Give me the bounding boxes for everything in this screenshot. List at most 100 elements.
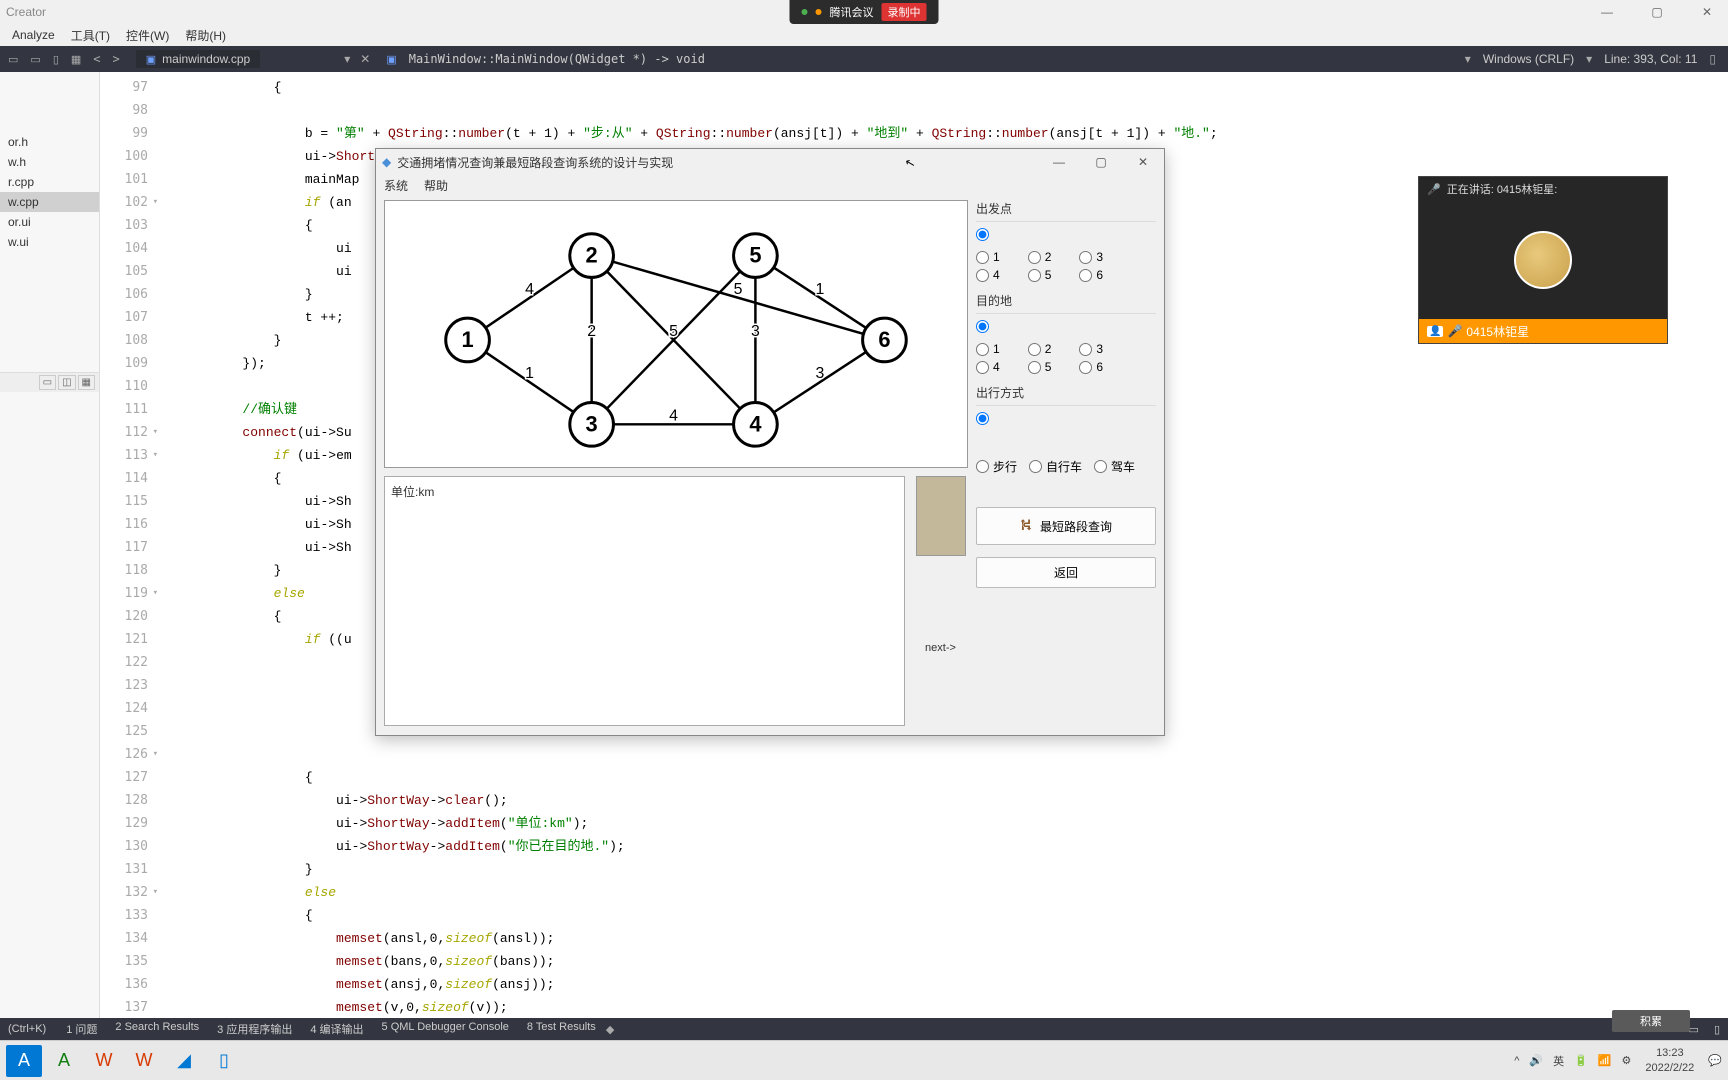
status-tab[interactable]: 2 Search Results (115, 1021, 199, 1037)
mode-radio-selected[interactable] (976, 412, 989, 425)
task-app-icon[interactable]: ▯ (206, 1045, 242, 1077)
status-dropdown-icon[interactable]: ◆ (606, 1023, 614, 1036)
back-button[interactable]: 返回 (976, 557, 1156, 588)
close-button[interactable]: ✕ (1692, 5, 1722, 19)
dest-radio-3[interactable]: 3 (1079, 342, 1103, 356)
notification-icon[interactable]: 💬 (1708, 1054, 1722, 1067)
mode-radio-驾车[interactable]: 驾车 (1094, 458, 1135, 475)
start-radio-3[interactable]: 3 (1079, 250, 1103, 264)
shortcut-hint: (Ctrl+K) (8, 1023, 46, 1035)
sidebar-control-icon[interactable]: ◫ (58, 375, 75, 390)
split-icon[interactable]: ▯ (49, 51, 63, 68)
dest-group-label: 目的地 (976, 292, 1156, 309)
start-radio-2[interactable]: 2 (1028, 250, 1052, 264)
sidebar-control-icon[interactable]: ▦ (78, 375, 95, 390)
menubar: Analyze 工具(T) 控件(W) 帮助(H) (0, 24, 1728, 46)
settings-icon[interactable]: ▯ (1709, 52, 1716, 66)
task-app-icon[interactable]: A (6, 1045, 42, 1077)
dest-radio-2[interactable]: 2 (1028, 342, 1052, 356)
maximize-button[interactable]: ▢ (1642, 5, 1672, 19)
dialog-maximize-button[interactable]: ▢ (1086, 155, 1116, 169)
mode-radio-步行[interactable]: 步行 (976, 458, 1017, 475)
cpp-icon: ▣ (386, 53, 396, 66)
start-radio-6[interactable]: 6 (1079, 268, 1103, 282)
mode-group-label: 出行方式 (976, 384, 1156, 401)
dialog-close-button[interactable]: ✕ (1128, 155, 1158, 169)
status-icon[interactable]: ▭ (1688, 1024, 1698, 1036)
nav-back-icon[interactable]: < (89, 52, 104, 66)
encoding-label[interactable]: Windows (CRLF) (1483, 52, 1574, 66)
svg-text:5: 5 (749, 243, 761, 268)
start-radio-selected[interactable] (976, 228, 989, 241)
accumulate-pill[interactable]: 积累 (1612, 1010, 1690, 1032)
taskbar-clock[interactable]: 13:23 2022/2/22 (1645, 1046, 1694, 1075)
menu-widgets[interactable]: 控件(W) (126, 27, 169, 44)
status-icon[interactable]: ▯ (1714, 1024, 1720, 1036)
task-app-icon[interactable]: ◢ (166, 1045, 202, 1077)
svg-text:1: 1 (815, 281, 824, 298)
menu-analyze[interactable]: Analyze (12, 28, 55, 42)
menu-tools[interactable]: 工具(T) (71, 27, 110, 44)
sidebar-file-item[interactable]: w.h (0, 152, 99, 172)
task-app-icon[interactable]: W (126, 1045, 162, 1077)
svg-text:5: 5 (669, 323, 678, 340)
tray-icon[interactable]: ^ (1514, 1055, 1519, 1067)
svg-text:4: 4 (525, 281, 534, 298)
tray-icon[interactable]: 🔊 (1529, 1054, 1543, 1067)
user-name: 0415林钜星 (1466, 323, 1529, 340)
project-sidebar: or.hw.hr.cppw.cppor.uiw.ui ▭ ◫ ▦ (0, 72, 100, 1032)
tab-close-icon[interactable]: ✕ (360, 52, 370, 66)
sidebar-file-item[interactable]: w.cpp (0, 192, 99, 212)
nav-forward-icon[interactable]: > (109, 52, 124, 66)
encoding-dropdown-icon[interactable]: ▾ (1586, 52, 1592, 66)
dialog-minimize-button[interactable]: — (1044, 155, 1074, 169)
task-app-icon[interactable]: W (86, 1045, 122, 1077)
menu-help[interactable]: 帮助(H) (185, 27, 226, 44)
sidebar-control-icon[interactable]: ▭ (39, 375, 56, 390)
sidebar-file-item[interactable]: or.ui (0, 212, 99, 232)
grid-icon[interactable]: ▦ (67, 51, 85, 68)
status-tab[interactable]: 4 编译输出 (310, 1021, 363, 1037)
svg-text:3: 3 (586, 411, 598, 436)
start-radio-5[interactable]: 5 (1028, 268, 1052, 282)
sidebar-file-item[interactable]: r.cpp (0, 172, 99, 192)
line-number-gutter: 9798991001011021031041051061071081091101… (100, 72, 160, 1032)
status-tab[interactable]: 1 问题 (66, 1021, 97, 1037)
query-button[interactable]: ⛕ 最短路段查询 (976, 507, 1156, 545)
start-group-label: 出发点 (976, 200, 1156, 217)
start-radio-1[interactable]: 1 (976, 250, 1000, 264)
meeting-overlay: 腾讯会议 录制中 (790, 0, 939, 24)
tray-icon[interactable]: ⚙ (1621, 1054, 1631, 1067)
dest-radio-selected[interactable] (976, 320, 989, 333)
file-tab[interactable]: ▣ mainwindow.cpp (136, 50, 260, 68)
status-tab[interactable]: 3 应用程序输出 (217, 1021, 292, 1037)
dest-radio-1[interactable]: 1 (976, 342, 1000, 356)
minimize-button[interactable]: — (1592, 5, 1622, 19)
doc-icon[interactable]: ▭ (4, 51, 22, 68)
output-textbox: 单位:km (384, 476, 905, 726)
tab-dropdown-icon[interactable]: ▾ (344, 52, 350, 66)
task-app-icon[interactable]: A (46, 1045, 82, 1077)
tray-icon[interactable]: 🔋 (1574, 1054, 1588, 1067)
video-float-panel[interactable]: 🎤 正在讲话: 0415林钜星: 👤 🎤 0415林钜星 (1418, 176, 1668, 344)
doc-icon[interactable]: ▭ (26, 51, 44, 68)
status-tab[interactable]: 8 Test Results (527, 1021, 596, 1037)
status-tab[interactable]: 5 QML Debugger Console (382, 1021, 509, 1037)
breadcrumb-function[interactable]: MainWindow::MainWindow(QWidget *) -> voi… (409, 52, 705, 66)
start-radio-4[interactable]: 4 (976, 268, 1000, 282)
sidebar-file-item[interactable]: or.h (0, 132, 99, 152)
query-dialog: ◆ 交通拥堵情况查询兼最短路段查询系统的设计与实现 — ▢ ✕ 系统 帮助 4 1… (375, 148, 1165, 736)
dialog-menubar: 系统 帮助 (376, 175, 1164, 196)
dialog-titlebar[interactable]: ◆ 交通拥堵情况查询兼最短路段查询系统的设计与实现 — ▢ ✕ (376, 149, 1164, 175)
dialog-menu-system[interactable]: 系统 (384, 177, 408, 194)
dest-radio-6[interactable]: 6 (1079, 360, 1103, 374)
dest-radio-4[interactable]: 4 (976, 360, 1000, 374)
svg-text:2: 2 (587, 323, 596, 340)
tray-icon[interactable]: 英 (1553, 1053, 1564, 1069)
mode-radio-自行车[interactable]: 自行车 (1029, 458, 1082, 475)
tray-icon[interactable]: 📶 (1598, 1054, 1612, 1067)
breadcrumb-dropdown-icon[interactable]: ▾ (1465, 52, 1471, 66)
sidebar-file-item[interactable]: w.ui (0, 232, 99, 252)
dest-radio-5[interactable]: 5 (1028, 360, 1052, 374)
dialog-menu-help[interactable]: 帮助 (424, 177, 448, 194)
